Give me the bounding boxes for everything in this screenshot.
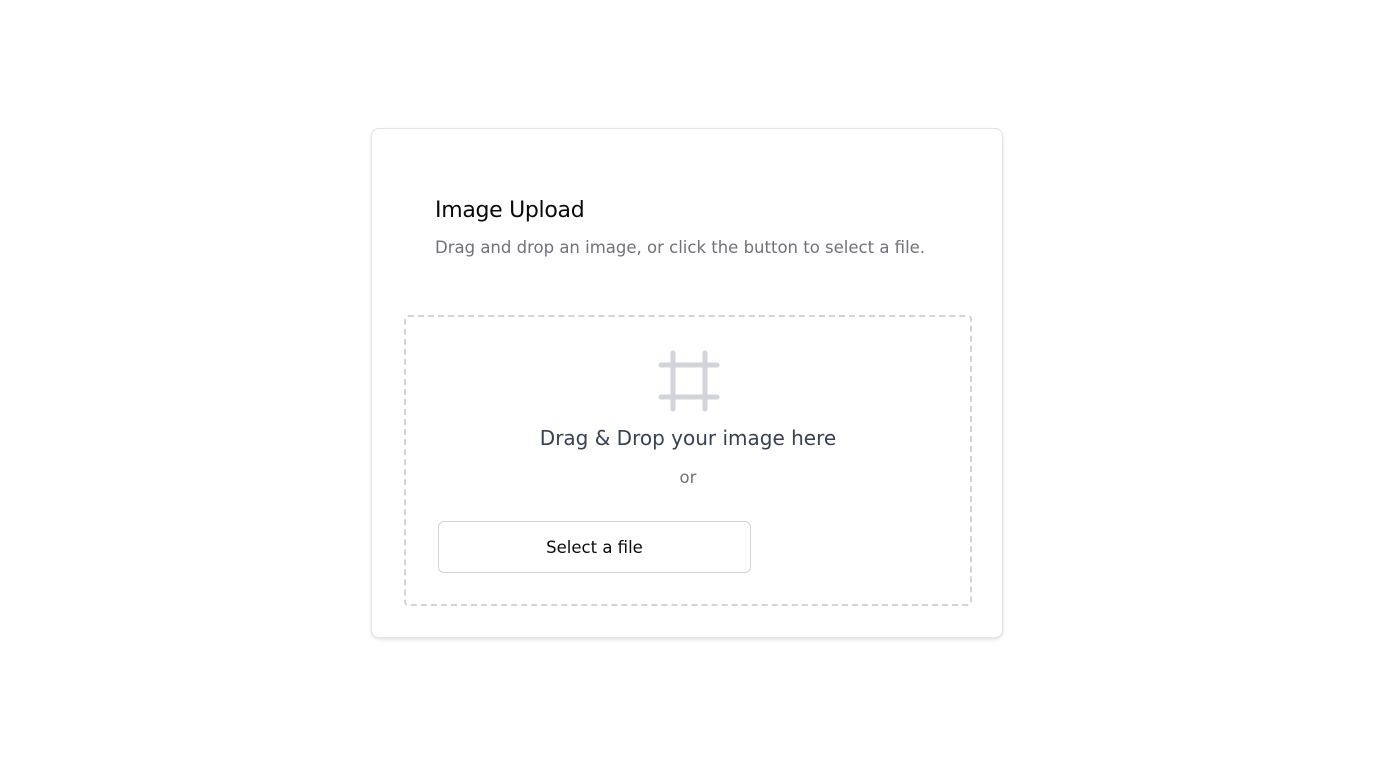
select-file-button[interactable]: Select a file xyxy=(438,521,751,573)
dropzone-separator: or xyxy=(679,468,697,487)
image-upload-card: Image Upload Drag and drop an image, or … xyxy=(371,128,1003,638)
image-dropzone[interactable]: Drag & Drop your image here or Select a … xyxy=(404,315,972,606)
card-description: Drag and drop an image, or click the but… xyxy=(435,238,926,257)
frame-icon xyxy=(658,350,720,412)
card-title: Image Upload xyxy=(435,198,585,223)
card-header: Image Upload Drag and drop an image, or … xyxy=(435,197,975,259)
dropzone-prompt: Drag & Drop your image here xyxy=(539,426,837,450)
